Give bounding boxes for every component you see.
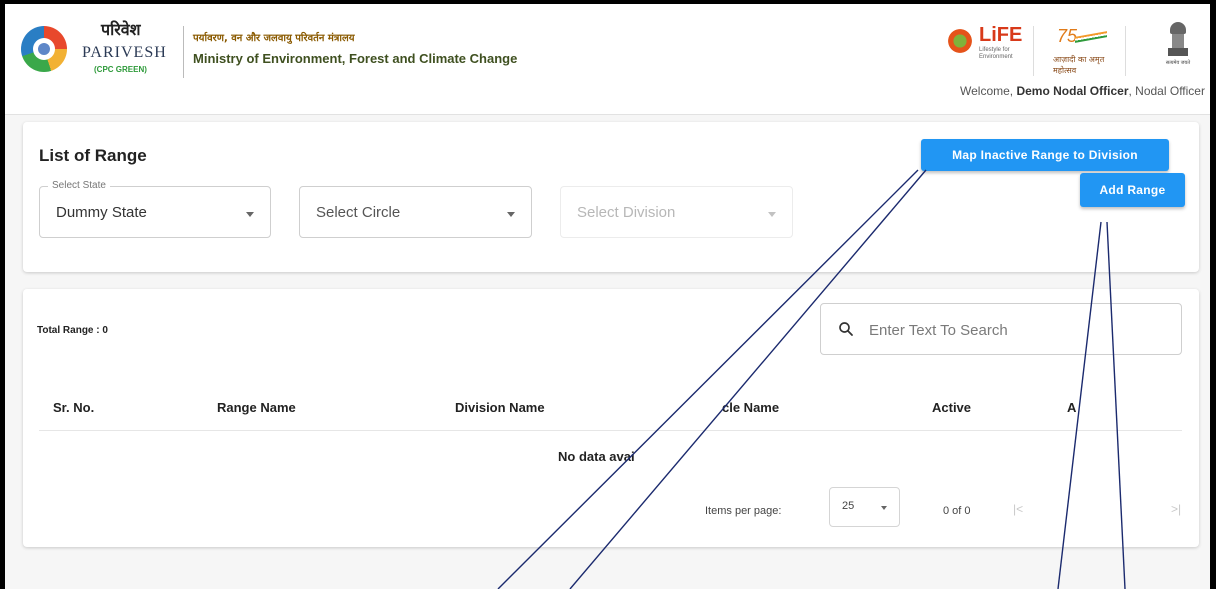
column-header-active[interactable]: Active [932, 400, 971, 415]
header-divider [183, 26, 184, 78]
welcome-text: Welcome, Demo Nodal Officer, Nodal Offic… [960, 84, 1205, 98]
chevron-down-icon [768, 212, 776, 217]
emblem-top [1170, 22, 1186, 34]
state-select-value: Dummy State [56, 204, 147, 221]
search-icon [839, 322, 853, 336]
circle-select[interactable]: Select Circle [299, 186, 532, 238]
azadi-logo: 75 आज़ादी का अमृत महोत्सव [1045, 26, 1113, 76]
first-page-icon[interactable]: |< [1013, 502, 1023, 516]
azadi-text: आज़ादी का अमृत महोत्सव [1053, 55, 1105, 75]
app-frame: परिवेश PARIVESH (CPC GREEN) पर्यावरण, वन… [5, 4, 1210, 589]
state-select[interactable]: Select State Dummy State [39, 180, 271, 238]
user-role: , Nodal Officer [1128, 84, 1205, 98]
pagination-range: 0 of 0 [943, 505, 971, 517]
last-page-icon[interactable]: >| [1171, 502, 1181, 516]
division-select-placeholder: Select Division [577, 204, 676, 221]
range-table-card: Total Range : 0 Sr. No. Range Name Divis… [23, 289, 1199, 547]
flag-icon [1075, 31, 1107, 43]
items-per-page-label: Items per page: [705, 505, 782, 517]
range-filter-card: List of Range Map Inactive Range to Divi… [23, 122, 1199, 272]
column-header-range-name[interactable]: Range Name [217, 400, 296, 415]
search-box[interactable] [820, 303, 1182, 355]
life-tagline: Lifestyle for Environment [979, 47, 1013, 60]
items-per-page-value: 25 [842, 500, 855, 512]
emblem-mid [1172, 34, 1184, 48]
state-select-label: Select State [48, 180, 110, 191]
emblem-base [1168, 48, 1188, 56]
life-logo-text: LiFE [979, 24, 1023, 46]
header-divider [1033, 26, 1034, 76]
brand-subtitle: (CPC GREEN) [94, 65, 147, 74]
column-header-circle-name[interactable]: cle Name [722, 400, 779, 415]
emblem-caption: सत्यमेव जयते [1165, 60, 1191, 66]
empty-table-message: No data avai [558, 449, 635, 464]
items-per-page-select[interactable]: 25 [829, 487, 900, 527]
ministry-english: Ministry of Environment, Forest and Clim… [193, 51, 518, 66]
column-header-sr-no[interactable]: Sr. No. [53, 400, 94, 415]
add-range-button[interactable]: Add Range [1080, 173, 1185, 207]
header: परिवेश PARIVESH (CPC GREEN) पर्यावरण, वन… [5, 4, 1210, 115]
welcome-prefix: Welcome, [960, 84, 1017, 98]
brand-hindi: परिवेश [101, 20, 141, 39]
header-divider-line [39, 430, 1182, 431]
brand-name: PARIVESH [82, 44, 167, 61]
map-inactive-range-button[interactable]: Map Inactive Range to Division [921, 139, 1169, 171]
header-divider [1125, 26, 1126, 76]
chevron-down-icon [246, 212, 254, 217]
life-sun-icon [945, 26, 975, 56]
ministry-hindi: पर्यावरण, वन और जलवायु परिवर्तन मंत्रालय [193, 33, 355, 44]
column-header-action[interactable]: A [1067, 400, 1076, 415]
column-header-division-name[interactable]: Division Name [455, 400, 545, 415]
logo-core [38, 43, 50, 55]
page-title: List of Range [39, 146, 147, 165]
chevron-down-icon [507, 212, 515, 217]
chevron-down-icon [881, 506, 887, 510]
total-range-count: Total Range : 0 [37, 325, 108, 336]
user-name: Demo Nodal Officer [1016, 84, 1129, 98]
national-emblem-icon: सत्यमेव जयते [1166, 22, 1190, 66]
division-select[interactable]: Select Division [560, 186, 793, 238]
circle-select-placeholder: Select Circle [316, 204, 401, 221]
search-input[interactable] [867, 316, 1161, 344]
life-logo: LiFE Lifestyle for Environment [945, 22, 1025, 72]
